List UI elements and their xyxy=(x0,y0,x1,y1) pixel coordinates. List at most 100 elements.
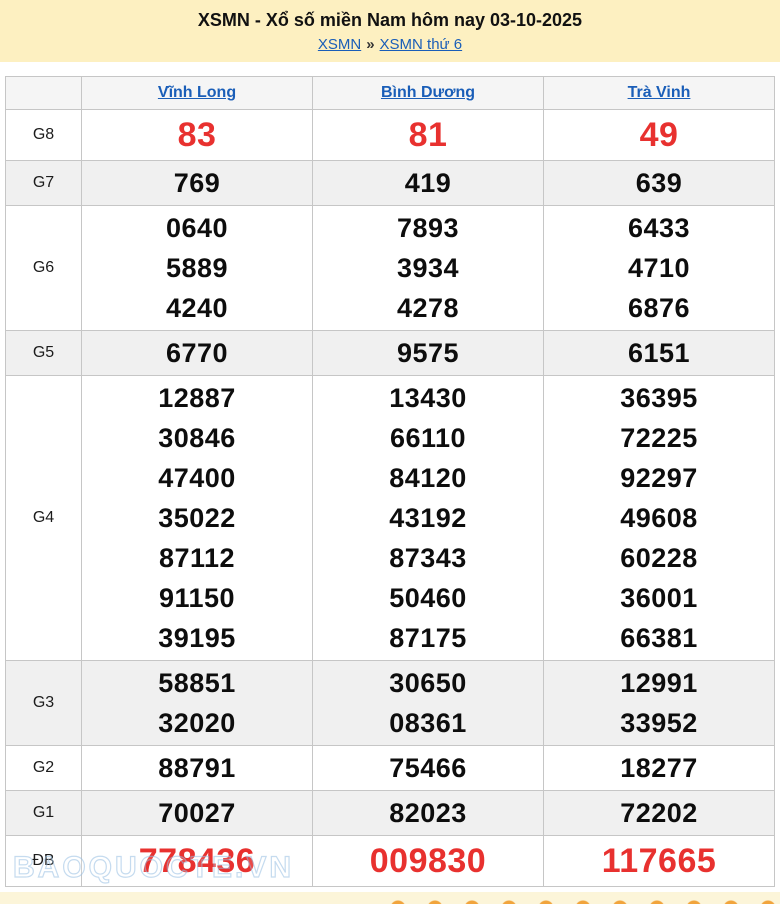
prize-label: G3 xyxy=(6,661,82,746)
prize-cell: 3065008361 xyxy=(313,661,544,746)
prize-label: G2 xyxy=(6,746,82,791)
prize-number: 30846 xyxy=(82,418,312,458)
page: XSMN - Xổ số miền Nam hôm nay 03-10-2025… xyxy=(0,0,780,904)
prize-number: 769 xyxy=(82,163,312,203)
prize-number: 6770 xyxy=(82,333,312,373)
prize-label: G8 xyxy=(6,110,82,161)
prize-number: 33952 xyxy=(544,703,774,743)
prize-number: 87112 xyxy=(82,538,312,578)
prize-number: 60228 xyxy=(544,538,774,578)
prize-number: 08361 xyxy=(313,703,543,743)
prize-number: 0640 xyxy=(82,208,312,248)
prize-number: 13430 xyxy=(313,378,543,418)
prize-row-G5: G5677095756151 xyxy=(6,331,775,376)
prize-number: 6151 xyxy=(544,333,774,373)
results-table-body: G8838149G7769419639G60640588942407893393… xyxy=(6,110,775,887)
prize-number: 83 xyxy=(82,112,312,158)
prize-number: 4278 xyxy=(313,288,543,328)
prize-cell: 49 xyxy=(544,110,775,161)
prize-cell: 6151 xyxy=(544,331,775,376)
prize-number: 75466 xyxy=(313,748,543,788)
prize-number: 87175 xyxy=(313,618,543,658)
prize-number: 778436 xyxy=(82,838,312,884)
page-header: XSMN - Xổ số miền Nam hôm nay 03-10-2025… xyxy=(0,0,780,62)
prize-cell: 1299133952 xyxy=(544,661,775,746)
prize-cell: 009830 xyxy=(313,836,544,887)
province-link[interactable]: Trà Vinh xyxy=(628,84,691,101)
prize-number: 92297 xyxy=(544,458,774,498)
prize-cell: 36395722259229749608602283600166381 xyxy=(544,376,775,661)
breadcrumb-link-xsmn[interactable]: XSMN xyxy=(318,36,361,53)
prize-number: 6433 xyxy=(544,208,774,248)
page-title: XSMN - Xổ số miền Nam hôm nay 03-10-2025 xyxy=(0,9,780,32)
prize-row-ĐB: ĐB778436009830117665 xyxy=(6,836,775,887)
prize-number: 419 xyxy=(313,163,543,203)
orange-dots-decoration xyxy=(390,900,780,904)
prize-number: 12887 xyxy=(82,378,312,418)
province-header-1: Bình Dương xyxy=(313,77,544,110)
prize-cell: 83 xyxy=(82,110,313,161)
prize-row-G7: G7769419639 xyxy=(6,161,775,206)
province-header-row: Vĩnh Long Bình Dương Trà Vinh xyxy=(6,77,775,110)
prize-cell: 81 xyxy=(313,110,544,161)
prize-number: 49608 xyxy=(544,498,774,538)
province-link[interactable]: Vĩnh Long xyxy=(158,84,236,101)
prize-number: 18277 xyxy=(544,748,774,788)
prize-number: 50460 xyxy=(313,578,543,618)
prize-number: 30650 xyxy=(313,663,543,703)
prize-row-G4: G412887308464740035022871129115039195134… xyxy=(6,376,775,661)
prize-number: 72225 xyxy=(544,418,774,458)
prize-row-G2: G2887917546618277 xyxy=(6,746,775,791)
prize-number: 81 xyxy=(313,112,543,158)
prize-number: 58851 xyxy=(82,663,312,703)
bottom-decoration xyxy=(0,892,780,904)
prize-cell: 70027 xyxy=(82,791,313,836)
prize-cell: 639 xyxy=(544,161,775,206)
corner-cell xyxy=(6,77,82,110)
prize-number: 5889 xyxy=(82,248,312,288)
prize-cell: 9575 xyxy=(313,331,544,376)
results-table: Vĩnh LongBình DươngTrà Vinh G8838149G776… xyxy=(5,76,775,887)
prize-number: 72202 xyxy=(544,793,774,833)
province-link[interactable]: Bình Dương xyxy=(381,84,475,101)
prize-row-G3: G3588513202030650083611299133952 xyxy=(6,661,775,746)
prize-number: 36395 xyxy=(544,378,774,418)
prize-number: 47400 xyxy=(82,458,312,498)
province-header-2: Trà Vinh xyxy=(544,77,775,110)
prize-number: 9575 xyxy=(313,333,543,373)
prize-cell: 88791 xyxy=(82,746,313,791)
prize-cell: 419 xyxy=(313,161,544,206)
prize-number: 12991 xyxy=(544,663,774,703)
prize-number: 49 xyxy=(544,112,774,158)
prize-label: G1 xyxy=(6,791,82,836)
prize-cell: 12887308464740035022871129115039195 xyxy=(82,376,313,661)
prize-label: G4 xyxy=(6,376,82,661)
prize-number: 3934 xyxy=(313,248,543,288)
prize-number: 66381 xyxy=(544,618,774,658)
prize-label: G5 xyxy=(6,331,82,376)
prize-number: 88791 xyxy=(82,748,312,788)
prize-cell: 82023 xyxy=(313,791,544,836)
prize-number: 43192 xyxy=(313,498,543,538)
prize-row-G6: G6064058894240789339344278643347106876 xyxy=(6,206,775,331)
prize-cell: 789339344278 xyxy=(313,206,544,331)
prize-label: G7 xyxy=(6,161,82,206)
prize-number: 117665 xyxy=(544,838,774,884)
breadcrumb-link-xsmn-thu6[interactable]: XSMN thứ 6 xyxy=(380,36,463,53)
prize-number: 35022 xyxy=(82,498,312,538)
breadcrumb: XSMN»XSMN thứ 6 xyxy=(0,35,780,55)
province-header-0: Vĩnh Long xyxy=(82,77,313,110)
prize-number: 66110 xyxy=(313,418,543,458)
prize-cell: 6770 xyxy=(82,331,313,376)
prize-number: 82023 xyxy=(313,793,543,833)
prize-number: 91150 xyxy=(82,578,312,618)
prize-row-G8: G8838149 xyxy=(6,110,775,161)
prize-number: 70027 xyxy=(82,793,312,833)
prize-cell: 72202 xyxy=(544,791,775,836)
prize-number: 009830 xyxy=(313,838,543,884)
prize-number: 87343 xyxy=(313,538,543,578)
prize-number: 639 xyxy=(544,163,774,203)
prize-number: 32020 xyxy=(82,703,312,743)
prize-cell: 13430661108412043192873435046087175 xyxy=(313,376,544,661)
prize-cell: 5885132020 xyxy=(82,661,313,746)
